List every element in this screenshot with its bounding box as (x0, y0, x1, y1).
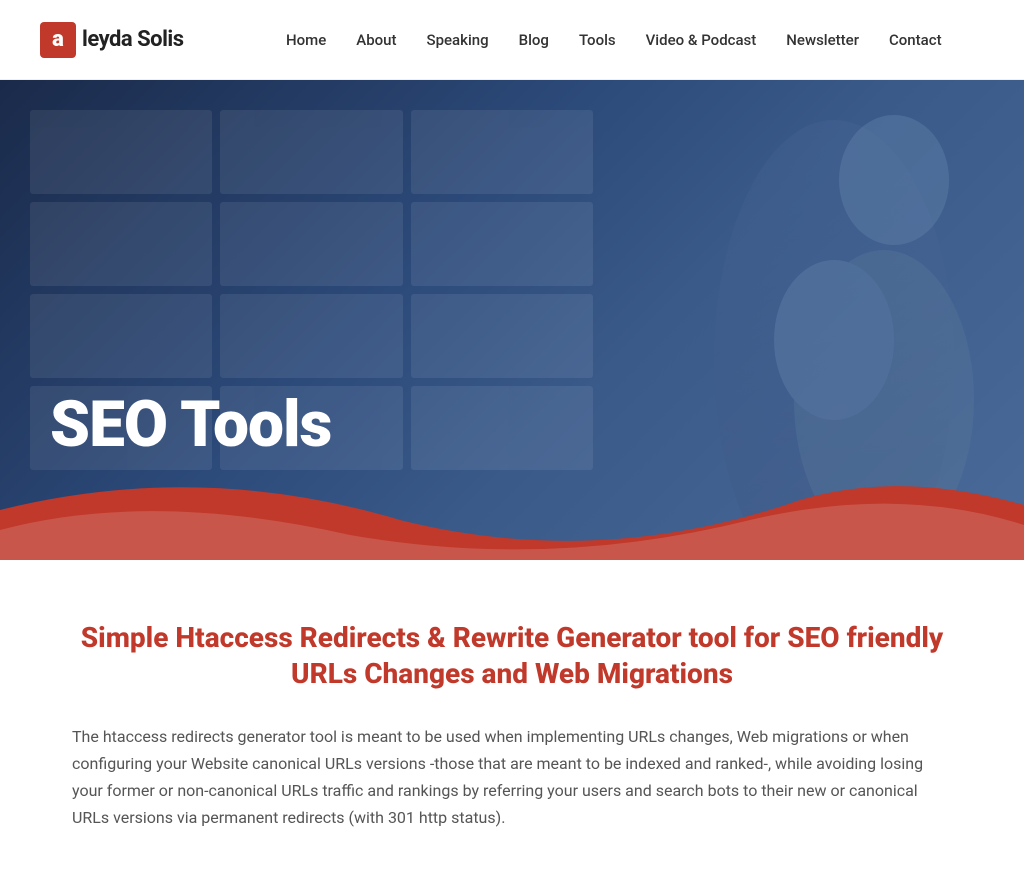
nav-item-tools[interactable]: Tools (579, 31, 616, 49)
hero-section: SEO Tools (0, 80, 1024, 560)
nav-item-contact[interactable]: Contact (889, 31, 942, 49)
body-paragraph-1: The htaccess redirects generator tool is… (72, 723, 952, 832)
screen-block (30, 110, 212, 194)
hero-wave (0, 480, 1024, 560)
logo-text: leyda Solis (82, 27, 184, 52)
logo-link[interactable]: a leyda Solis (40, 22, 184, 58)
main-nav: Home About Speaking Blog Tools Video & P… (244, 31, 984, 49)
main-content: Simple Htaccess Redirects & Rewrite Gene… (12, 560, 1012, 884)
section-heading: Simple Htaccess Redirects & Rewrite Gene… (72, 620, 952, 693)
logo-icon: a (40, 22, 76, 58)
screen-block (411, 294, 593, 378)
screen-block (411, 202, 593, 286)
screen-block (30, 294, 212, 378)
screen-block (411, 110, 593, 194)
nav-item-speaking[interactable]: Speaking (426, 31, 488, 49)
section-body: The htaccess redirects generator tool is… (72, 723, 952, 832)
nav-item-about[interactable]: About (356, 31, 396, 49)
nav-item-blog[interactable]: Blog (519, 31, 549, 49)
screen-block (30, 202, 212, 286)
nav-item-video-podcast[interactable]: Video & Podcast (646, 31, 757, 49)
nav-item-home[interactable]: Home (286, 31, 326, 49)
site-header: a leyda Solis Home About Speaking Blog T… (0, 0, 1024, 80)
hero-title: SEO Tools (50, 390, 331, 460)
nav-item-newsletter[interactable]: Newsletter (786, 31, 859, 49)
screen-block (220, 294, 402, 378)
screen-block (220, 110, 402, 194)
hero-content: SEO Tools (50, 390, 331, 460)
screen-block (220, 202, 402, 286)
screen-block (411, 386, 593, 470)
